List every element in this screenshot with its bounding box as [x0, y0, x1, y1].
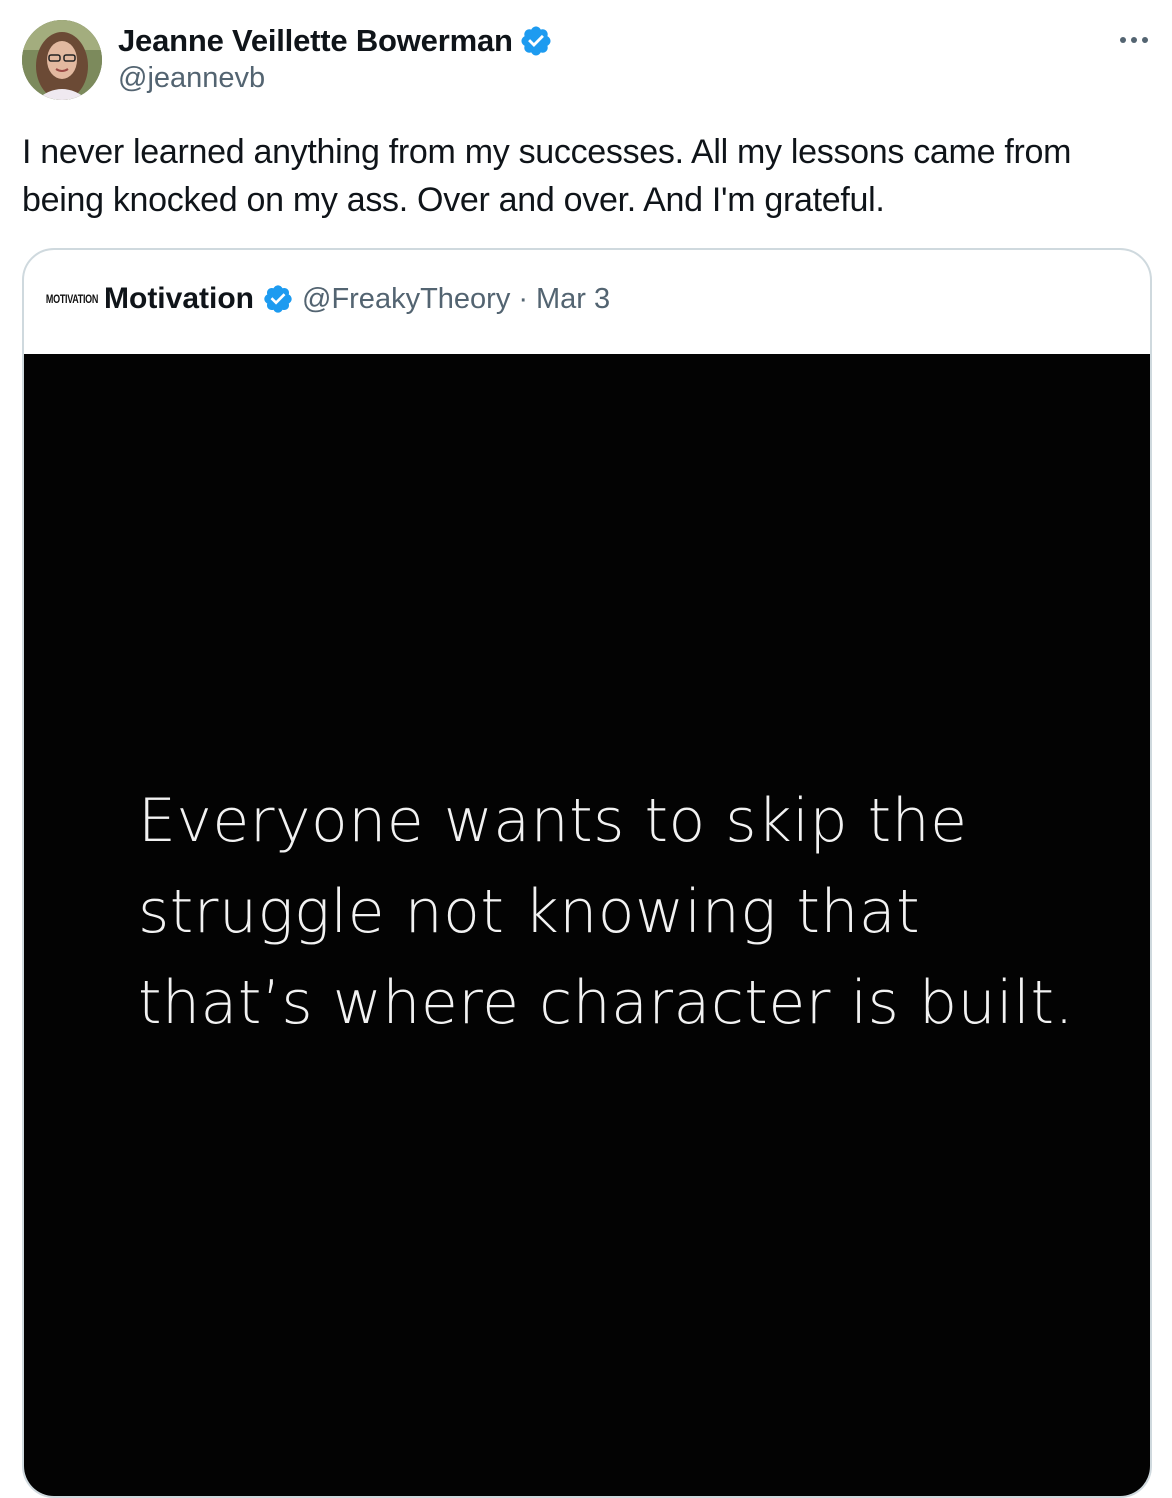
more-options-icon[interactable] [1114, 26, 1154, 54]
author-display-name[interactable]: Jeanne Veillette Bowerman [118, 23, 513, 59]
tweet: Jeanne Veillette Bowerman @jeannevb I ne… [0, 0, 1172, 1498]
quoted-tweet-image[interactable]: Everyone wants to skip the struggle not … [24, 354, 1150, 1496]
quote-image-text: Everyone wants to skip the struggle not … [138, 786, 1075, 1038]
verified-badge-icon [519, 24, 553, 58]
author-name-row: Jeanne Veillette Bowerman [118, 22, 553, 60]
quoted-author-handle[interactable]: @FreakyTheory [302, 283, 510, 316]
quoted-author-display-name[interactable]: Motivation [104, 282, 254, 316]
tweet-text: I never learned anything from my success… [22, 133, 1072, 219]
quoted-tweet-date[interactable]: Mar 3 [536, 283, 610, 316]
more-dot [1142, 37, 1148, 43]
quoted-separator: · [518, 282, 528, 315]
quoted-author-logo[interactable]: MOTIVATION [46, 286, 98, 312]
quoted-tweet-card[interactable]: MOTIVATION Motivation @FreakyTheory · Ma… [22, 248, 1152, 1498]
more-dot [1131, 37, 1137, 43]
author-handle[interactable]: @jeannevb [118, 62, 265, 95]
avatar[interactable] [22, 20, 102, 100]
more-dot [1120, 37, 1126, 43]
verified-badge-icon [262, 283, 294, 315]
quoted-tweet-header: MOTIVATION Motivation @FreakyTheory · Ma… [46, 276, 610, 322]
